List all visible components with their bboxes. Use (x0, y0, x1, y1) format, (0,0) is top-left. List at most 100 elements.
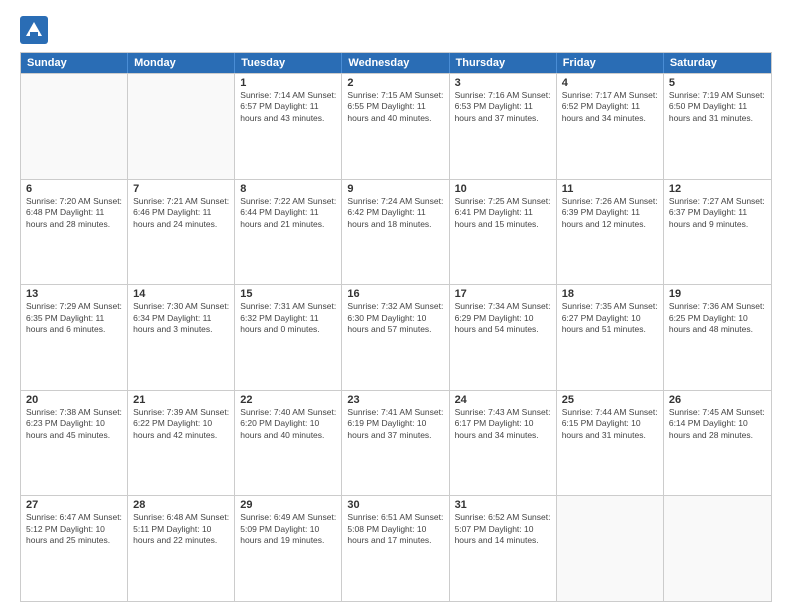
header (20, 16, 772, 44)
cell-info: Sunrise: 7:41 AM Sunset: 6:19 PM Dayligh… (347, 407, 443, 441)
header-day-monday: Monday (128, 53, 235, 73)
day-number: 8 (240, 183, 336, 195)
header-day-thursday: Thursday (450, 53, 557, 73)
day-number: 25 (562, 394, 658, 406)
header-day-wednesday: Wednesday (342, 53, 449, 73)
calendar-cell-3: 3Sunrise: 7:16 AM Sunset: 6:53 PM Daylig… (450, 74, 557, 179)
cell-info: Sunrise: 7:40 AM Sunset: 6:20 PM Dayligh… (240, 407, 336, 441)
calendar-cell-empty (557, 496, 664, 601)
cell-info: Sunrise: 7:43 AM Sunset: 6:17 PM Dayligh… (455, 407, 551, 441)
day-number: 17 (455, 288, 551, 300)
calendar-cell-16: 16Sunrise: 7:32 AM Sunset: 6:30 PM Dayli… (342, 285, 449, 390)
day-number: 23 (347, 394, 443, 406)
cell-info: Sunrise: 7:27 AM Sunset: 6:37 PM Dayligh… (669, 196, 766, 230)
cell-info: Sunrise: 7:44 AM Sunset: 6:15 PM Dayligh… (562, 407, 658, 441)
day-number: 26 (669, 394, 766, 406)
calendar-cell-22: 22Sunrise: 7:40 AM Sunset: 6:20 PM Dayli… (235, 391, 342, 496)
cell-info: Sunrise: 7:29 AM Sunset: 6:35 PM Dayligh… (26, 301, 122, 335)
calendar-cell-4: 4Sunrise: 7:17 AM Sunset: 6:52 PM Daylig… (557, 74, 664, 179)
day-number: 7 (133, 183, 229, 195)
cell-info: Sunrise: 7:39 AM Sunset: 6:22 PM Dayligh… (133, 407, 229, 441)
calendar-cell-23: 23Sunrise: 7:41 AM Sunset: 6:19 PM Dayli… (342, 391, 449, 496)
calendar-cell-1: 1Sunrise: 7:14 AM Sunset: 6:57 PM Daylig… (235, 74, 342, 179)
day-number: 22 (240, 394, 336, 406)
cell-info: Sunrise: 6:49 AM Sunset: 5:09 PM Dayligh… (240, 512, 336, 546)
cell-info: Sunrise: 7:16 AM Sunset: 6:53 PM Dayligh… (455, 90, 551, 124)
day-number: 19 (669, 288, 766, 300)
cell-info: Sunrise: 7:17 AM Sunset: 6:52 PM Dayligh… (562, 90, 658, 124)
calendar-header: SundayMondayTuesdayWednesdayThursdayFrid… (21, 53, 771, 73)
cell-info: Sunrise: 6:47 AM Sunset: 5:12 PM Dayligh… (26, 512, 122, 546)
calendar-cell-24: 24Sunrise: 7:43 AM Sunset: 6:17 PM Dayli… (450, 391, 557, 496)
cell-info: Sunrise: 7:15 AM Sunset: 6:55 PM Dayligh… (347, 90, 443, 124)
day-number: 9 (347, 183, 443, 195)
calendar-cell-7: 7Sunrise: 7:21 AM Sunset: 6:46 PM Daylig… (128, 180, 235, 285)
cell-info: Sunrise: 7:21 AM Sunset: 6:46 PM Dayligh… (133, 196, 229, 230)
calendar-row-3: 20Sunrise: 7:38 AM Sunset: 6:23 PM Dayli… (21, 390, 771, 496)
cell-info: Sunrise: 7:20 AM Sunset: 6:48 PM Dayligh… (26, 196, 122, 230)
calendar-cell-empty (128, 74, 235, 179)
header-day-sunday: Sunday (21, 53, 128, 73)
cell-info: Sunrise: 7:45 AM Sunset: 6:14 PM Dayligh… (669, 407, 766, 441)
calendar-cell-26: 26Sunrise: 7:45 AM Sunset: 6:14 PM Dayli… (664, 391, 771, 496)
header-day-saturday: Saturday (664, 53, 771, 73)
cell-info: Sunrise: 7:32 AM Sunset: 6:30 PM Dayligh… (347, 301, 443, 335)
calendar: SundayMondayTuesdayWednesdayThursdayFrid… (20, 52, 772, 602)
calendar-cell-18: 18Sunrise: 7:35 AM Sunset: 6:27 PM Dayli… (557, 285, 664, 390)
cell-info: Sunrise: 7:35 AM Sunset: 6:27 PM Dayligh… (562, 301, 658, 335)
calendar-cell-29: 29Sunrise: 6:49 AM Sunset: 5:09 PM Dayli… (235, 496, 342, 601)
calendar-cell-empty (21, 74, 128, 179)
day-number: 11 (562, 183, 658, 195)
day-number: 29 (240, 499, 336, 511)
day-number: 16 (347, 288, 443, 300)
day-number: 20 (26, 394, 122, 406)
day-number: 2 (347, 77, 443, 89)
calendar-cell-2: 2Sunrise: 7:15 AM Sunset: 6:55 PM Daylig… (342, 74, 449, 179)
cell-info: Sunrise: 7:26 AM Sunset: 6:39 PM Dayligh… (562, 196, 658, 230)
cell-info: Sunrise: 7:24 AM Sunset: 6:42 PM Dayligh… (347, 196, 443, 230)
calendar-cell-14: 14Sunrise: 7:30 AM Sunset: 6:34 PM Dayli… (128, 285, 235, 390)
calendar-cell-15: 15Sunrise: 7:31 AM Sunset: 6:32 PM Dayli… (235, 285, 342, 390)
day-number: 18 (562, 288, 658, 300)
calendar-row-2: 13Sunrise: 7:29 AM Sunset: 6:35 PM Dayli… (21, 284, 771, 390)
logo (20, 16, 52, 44)
calendar-cell-30: 30Sunrise: 6:51 AM Sunset: 5:08 PM Dayli… (342, 496, 449, 601)
day-number: 21 (133, 394, 229, 406)
calendar-cell-28: 28Sunrise: 6:48 AM Sunset: 5:11 PM Dayli… (128, 496, 235, 601)
day-number: 24 (455, 394, 551, 406)
cell-info: Sunrise: 7:31 AM Sunset: 6:32 PM Dayligh… (240, 301, 336, 335)
logo-icon (20, 16, 48, 44)
day-number: 1 (240, 77, 336, 89)
day-number: 31 (455, 499, 551, 511)
day-number: 27 (26, 499, 122, 511)
cell-info: Sunrise: 7:14 AM Sunset: 6:57 PM Dayligh… (240, 90, 336, 124)
day-number: 6 (26, 183, 122, 195)
calendar-cell-9: 9Sunrise: 7:24 AM Sunset: 6:42 PM Daylig… (342, 180, 449, 285)
page: SundayMondayTuesdayWednesdayThursdayFrid… (0, 0, 792, 612)
calendar-cell-21: 21Sunrise: 7:39 AM Sunset: 6:22 PM Dayli… (128, 391, 235, 496)
cell-info: Sunrise: 7:25 AM Sunset: 6:41 PM Dayligh… (455, 196, 551, 230)
day-number: 14 (133, 288, 229, 300)
calendar-cell-5: 5Sunrise: 7:19 AM Sunset: 6:50 PM Daylig… (664, 74, 771, 179)
calendar-cell-6: 6Sunrise: 7:20 AM Sunset: 6:48 PM Daylig… (21, 180, 128, 285)
day-number: 4 (562, 77, 658, 89)
header-day-tuesday: Tuesday (235, 53, 342, 73)
calendar-cell-19: 19Sunrise: 7:36 AM Sunset: 6:25 PM Dayli… (664, 285, 771, 390)
calendar-row-0: 1Sunrise: 7:14 AM Sunset: 6:57 PM Daylig… (21, 73, 771, 179)
day-number: 12 (669, 183, 766, 195)
calendar-cell-20: 20Sunrise: 7:38 AM Sunset: 6:23 PM Dayli… (21, 391, 128, 496)
calendar-cell-25: 25Sunrise: 7:44 AM Sunset: 6:15 PM Dayli… (557, 391, 664, 496)
calendar-cell-13: 13Sunrise: 7:29 AM Sunset: 6:35 PM Dayli… (21, 285, 128, 390)
calendar-row-1: 6Sunrise: 7:20 AM Sunset: 6:48 PM Daylig… (21, 179, 771, 285)
calendar-cell-27: 27Sunrise: 6:47 AM Sunset: 5:12 PM Dayli… (21, 496, 128, 601)
day-number: 3 (455, 77, 551, 89)
cell-info: Sunrise: 7:19 AM Sunset: 6:50 PM Dayligh… (669, 90, 766, 124)
cell-info: Sunrise: 7:30 AM Sunset: 6:34 PM Dayligh… (133, 301, 229, 335)
cell-info: Sunrise: 7:38 AM Sunset: 6:23 PM Dayligh… (26, 407, 122, 441)
cell-info: Sunrise: 6:51 AM Sunset: 5:08 PM Dayligh… (347, 512, 443, 546)
calendar-cell-17: 17Sunrise: 7:34 AM Sunset: 6:29 PM Dayli… (450, 285, 557, 390)
calendar-cell-10: 10Sunrise: 7:25 AM Sunset: 6:41 PM Dayli… (450, 180, 557, 285)
cell-info: Sunrise: 7:22 AM Sunset: 6:44 PM Dayligh… (240, 196, 336, 230)
calendar-cell-12: 12Sunrise: 7:27 AM Sunset: 6:37 PM Dayli… (664, 180, 771, 285)
day-number: 5 (669, 77, 766, 89)
